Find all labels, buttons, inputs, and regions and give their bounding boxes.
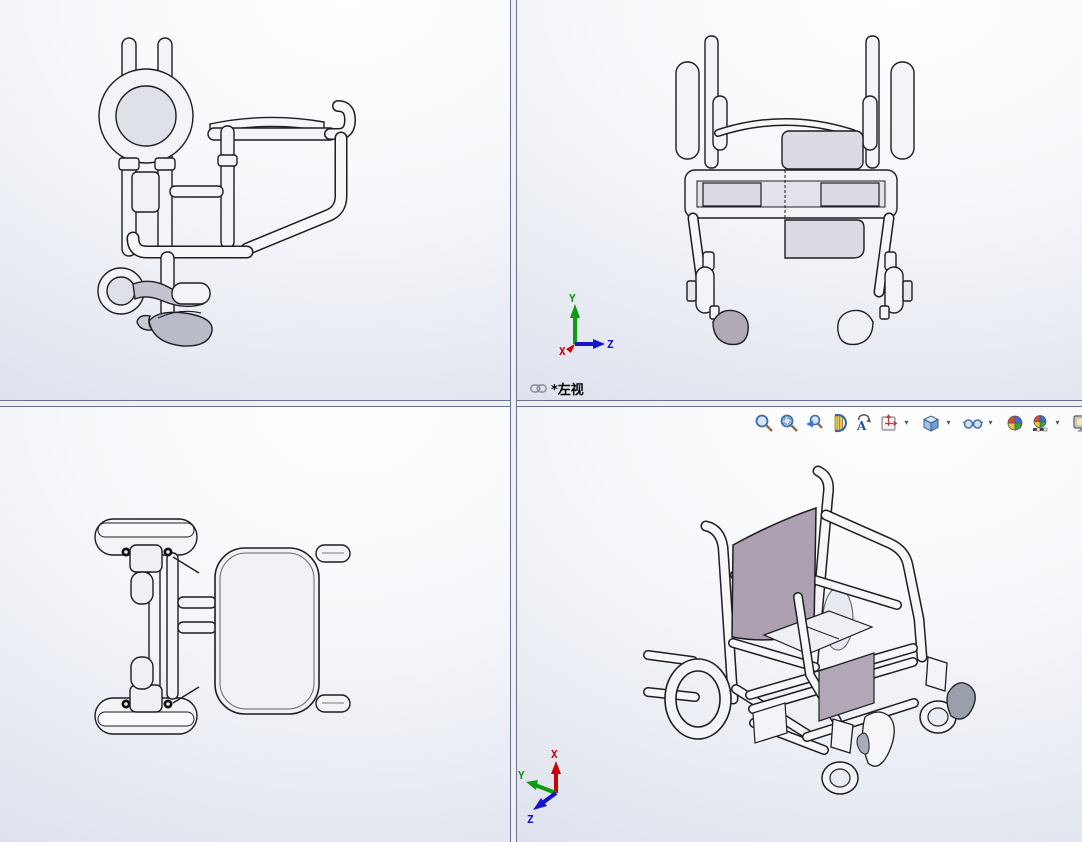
viewport-splitter-horizontal[interactable] xyxy=(0,400,1082,407)
section-view-icon[interactable] xyxy=(826,410,851,435)
svg-text:A: A xyxy=(856,419,867,433)
previous-view-icon[interactable] xyxy=(801,410,826,435)
viewport-isometric-view[interactable]: A ▾ ▾ ▾ ▾ xyxy=(517,407,1082,842)
axis-x-label: X xyxy=(551,748,558,761)
view-orientation-icon[interactable] xyxy=(876,410,901,435)
view-link-icon xyxy=(530,383,547,394)
wheelchair-side-view-drawing xyxy=(0,0,510,400)
view-settings-icon[interactable] xyxy=(1069,410,1082,435)
hide-show-items-icon[interactable] xyxy=(960,410,985,435)
viewport-splitter-vertical[interactable] xyxy=(510,0,517,842)
wheelchair-top-view-drawing xyxy=(0,407,510,842)
hide-show-items-dropdown[interactable]: ▾ xyxy=(985,410,996,435)
apply-scene-icon[interactable] xyxy=(1027,410,1052,435)
viewport-side-view[interactable] xyxy=(0,0,510,400)
viewport-top-view[interactable] xyxy=(0,407,510,842)
view-name-annotation: *左视 xyxy=(530,379,584,398)
coordinate-triad: Y Z X xyxy=(535,292,615,358)
axis-z-label: Z xyxy=(607,338,614,351)
viewport-front-view[interactable]: Y Z X *左视 xyxy=(517,0,1082,400)
heads-up-view-toolbar: A ▾ ▾ ▾ ▾ xyxy=(751,410,1082,435)
view-orientation-dropdown[interactable]: ▾ xyxy=(901,410,912,435)
axis-y-label: Y xyxy=(518,769,525,782)
edit-appearance-icon[interactable] xyxy=(1002,410,1027,435)
axis-y-label: Y xyxy=(569,292,576,305)
dynamic-annotation-views-icon[interactable]: A xyxy=(851,410,876,435)
display-style-dropdown[interactable]: ▾ xyxy=(943,410,954,435)
axis-x-label: X xyxy=(559,345,566,358)
view-name-text: *左视 xyxy=(551,379,584,398)
wheelchair-isometric-drawing xyxy=(517,407,1082,842)
zoom-to-area-icon[interactable] xyxy=(776,410,801,435)
coordinate-triad: X Y Z xyxy=(517,747,597,831)
apply-scene-dropdown[interactable]: ▾ xyxy=(1052,410,1063,435)
zoom-to-fit-icon[interactable] xyxy=(751,410,776,435)
axis-z-label: Z xyxy=(527,813,534,826)
display-style-icon[interactable] xyxy=(918,410,943,435)
